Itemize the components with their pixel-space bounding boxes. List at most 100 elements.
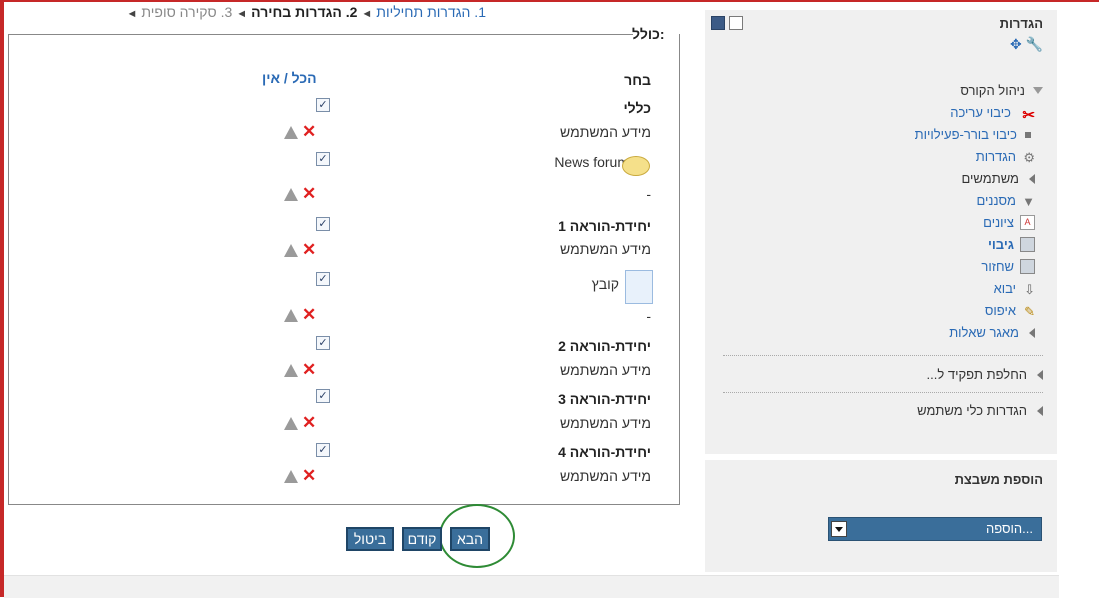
nav-item-filters[interactable]: ▼מסננים xyxy=(976,192,1035,210)
warning-icon xyxy=(284,187,298,201)
window-left-border xyxy=(0,0,4,597)
breadcrumb-step-3: 3. סקירה סופית xyxy=(141,4,233,20)
next-button[interactable]: הבא xyxy=(450,527,490,551)
nav-item-grades[interactable]: Aציונים xyxy=(983,214,1035,231)
collapse-icon[interactable] xyxy=(729,16,743,30)
breadcrumb-step-1[interactable]: 1. הגדרות תחיליות xyxy=(376,4,486,20)
warning-icon xyxy=(284,125,298,139)
nav-item-reset[interactable]: ✎איפוס xyxy=(985,302,1035,320)
row-actions: ✕ xyxy=(284,466,316,485)
section-unit-4-label: יחידת-הוראה 4 xyxy=(558,444,651,460)
section-unit-1-label: יחידת-הוראה 1 xyxy=(558,218,651,234)
forum-icon xyxy=(622,156,650,176)
exclude-x-icon[interactable]: ✕ xyxy=(302,184,316,203)
section-general-label: כללי xyxy=(623,100,651,116)
expanded-arrow-icon xyxy=(1033,87,1043,95)
exclude-x-icon[interactable]: ✕ xyxy=(302,122,316,141)
block-header-controls xyxy=(711,16,747,31)
nav-item-restore[interactable]: שחזור xyxy=(981,258,1035,275)
userinfo-label: מידע המשתמש xyxy=(560,468,651,484)
add-block-title: הוספת משבצת xyxy=(954,472,1043,487)
nav-item-question-bank[interactable]: מאגר שאלות xyxy=(949,324,1035,340)
row-actions: ✕ xyxy=(284,240,316,259)
row-actions: ✕ xyxy=(284,122,316,141)
row-actions: ✕ xyxy=(284,413,316,432)
nav-item-settings[interactable]: ⚙הגדרות xyxy=(976,148,1035,166)
select-none-link[interactable]: אין xyxy=(262,70,280,86)
gear-icon: ⚙ xyxy=(1023,150,1035,166)
add-block-select[interactable]: הוספה... xyxy=(828,517,1042,541)
window-top-border xyxy=(0,0,1099,2)
include-fieldset xyxy=(8,34,680,505)
exclude-x-icon[interactable]: ✕ xyxy=(302,240,316,259)
row-actions: ✕ xyxy=(284,184,316,203)
warning-icon xyxy=(284,469,298,483)
wrench-icon[interactable]: 🔧 xyxy=(1026,36,1043,52)
switch-role-node[interactable]: החלפת תפקיד ל... xyxy=(927,366,1043,382)
course-admin-node[interactable]: ניהול הקורס xyxy=(960,82,1043,98)
select-all-link[interactable]: הכל xyxy=(292,70,317,86)
import-icon: ⇩ xyxy=(1024,282,1035,298)
cancel-button[interactable]: ביטול xyxy=(346,527,394,551)
fieldset-legend: כולל: xyxy=(632,26,665,42)
user-settings-node[interactable]: הגדרות כלי משתמש xyxy=(917,402,1043,418)
checkbox-unit-3[interactable]: ✓ xyxy=(316,389,330,403)
backup-icon xyxy=(1020,237,1035,253)
userinfo-label: מידע המשתמש xyxy=(560,241,651,257)
grades-icon: A xyxy=(1020,215,1035,231)
checkbox-general[interactable]: ✓ xyxy=(316,98,330,112)
nav-item-backup[interactable]: גיבוי xyxy=(988,236,1035,253)
select-divider: / xyxy=(283,70,288,86)
userinfo-label: מידע המשתמש xyxy=(560,415,651,431)
checkbox-news-forum[interactable]: ✓ xyxy=(316,152,330,166)
nav-item-import[interactable]: ⇩יבוא xyxy=(994,280,1035,298)
exclude-x-icon[interactable]: ✕ xyxy=(302,305,316,324)
breadcrumb: 1. הגדרות תחיליות◄2. הגדרות בחירה◄3. סקי… xyxy=(6,4,486,24)
checkbox-file[interactable]: ✓ xyxy=(316,272,330,286)
file-label: קובץ xyxy=(591,276,619,292)
select-header: בחר xyxy=(624,72,651,88)
move-icon[interactable]: ✥ xyxy=(1010,36,1022,52)
broom-icon: ✎ xyxy=(1024,304,1035,320)
row-actions: ✕ xyxy=(284,305,316,324)
file-icon xyxy=(625,270,653,304)
checkbox-unit-1[interactable]: ✓ xyxy=(316,217,330,231)
warning-icon xyxy=(284,308,298,322)
bullet-icon xyxy=(1025,131,1031,138)
settings-block: הגדרות ✥ 🔧 ניהול הקורס ✂כיבוי עריכה כיבו… xyxy=(705,10,1057,454)
news-forum-label: News forum xyxy=(554,154,629,170)
checkbox-unit-2[interactable]: ✓ xyxy=(316,336,330,350)
collapsed-arrow-icon xyxy=(1037,405,1043,416)
previous-button[interactable]: קודם xyxy=(402,527,442,551)
add-block-select-value: הוספה... xyxy=(985,521,1033,536)
filter-icon: ▼ xyxy=(1022,194,1035,210)
edit-tools-icon: ✂ xyxy=(1022,107,1035,125)
userinfo-label: מידע המשתמש xyxy=(560,362,651,378)
dash-label: - xyxy=(646,186,651,202)
collapsed-arrow-icon xyxy=(1037,369,1043,380)
nav-item-activity-chooser-off[interactable]: כיבוי בורר-פעילויות xyxy=(915,126,1035,142)
separator xyxy=(723,355,1043,356)
dash-label: - xyxy=(646,308,651,324)
nav-item-edit-off[interactable]: ✂כיבוי עריכה xyxy=(950,104,1035,125)
settings-block-title: הגדרות xyxy=(999,16,1043,31)
warning-icon xyxy=(284,363,298,377)
section-unit-3-label: יחידת-הוראה 3 xyxy=(558,391,651,407)
exclude-x-icon[interactable]: ✕ xyxy=(302,360,316,379)
warning-icon xyxy=(284,243,298,257)
checkbox-unit-4[interactable]: ✓ xyxy=(316,443,330,457)
breadcrumb-arrow-icon: ◄ xyxy=(126,8,138,20)
separator xyxy=(723,392,1043,393)
block-tool-icons: ✥ 🔧 xyxy=(1010,36,1043,53)
breadcrumb-arrow-icon: ◄ xyxy=(361,8,373,20)
section-unit-2-label: יחידת-הוראה 2 xyxy=(558,338,651,354)
row-actions: ✕ xyxy=(284,360,316,379)
all-none-links: הכל / אין xyxy=(262,70,317,86)
nav-item-users[interactable]: משתמשים xyxy=(961,170,1035,186)
collapsed-arrow-icon xyxy=(1029,327,1035,338)
warning-icon xyxy=(284,416,298,430)
dock-icon[interactable] xyxy=(711,16,725,30)
exclude-x-icon[interactable]: ✕ xyxy=(302,466,316,485)
exclude-x-icon[interactable]: ✕ xyxy=(302,413,316,432)
fieldset-top-line xyxy=(8,34,633,35)
